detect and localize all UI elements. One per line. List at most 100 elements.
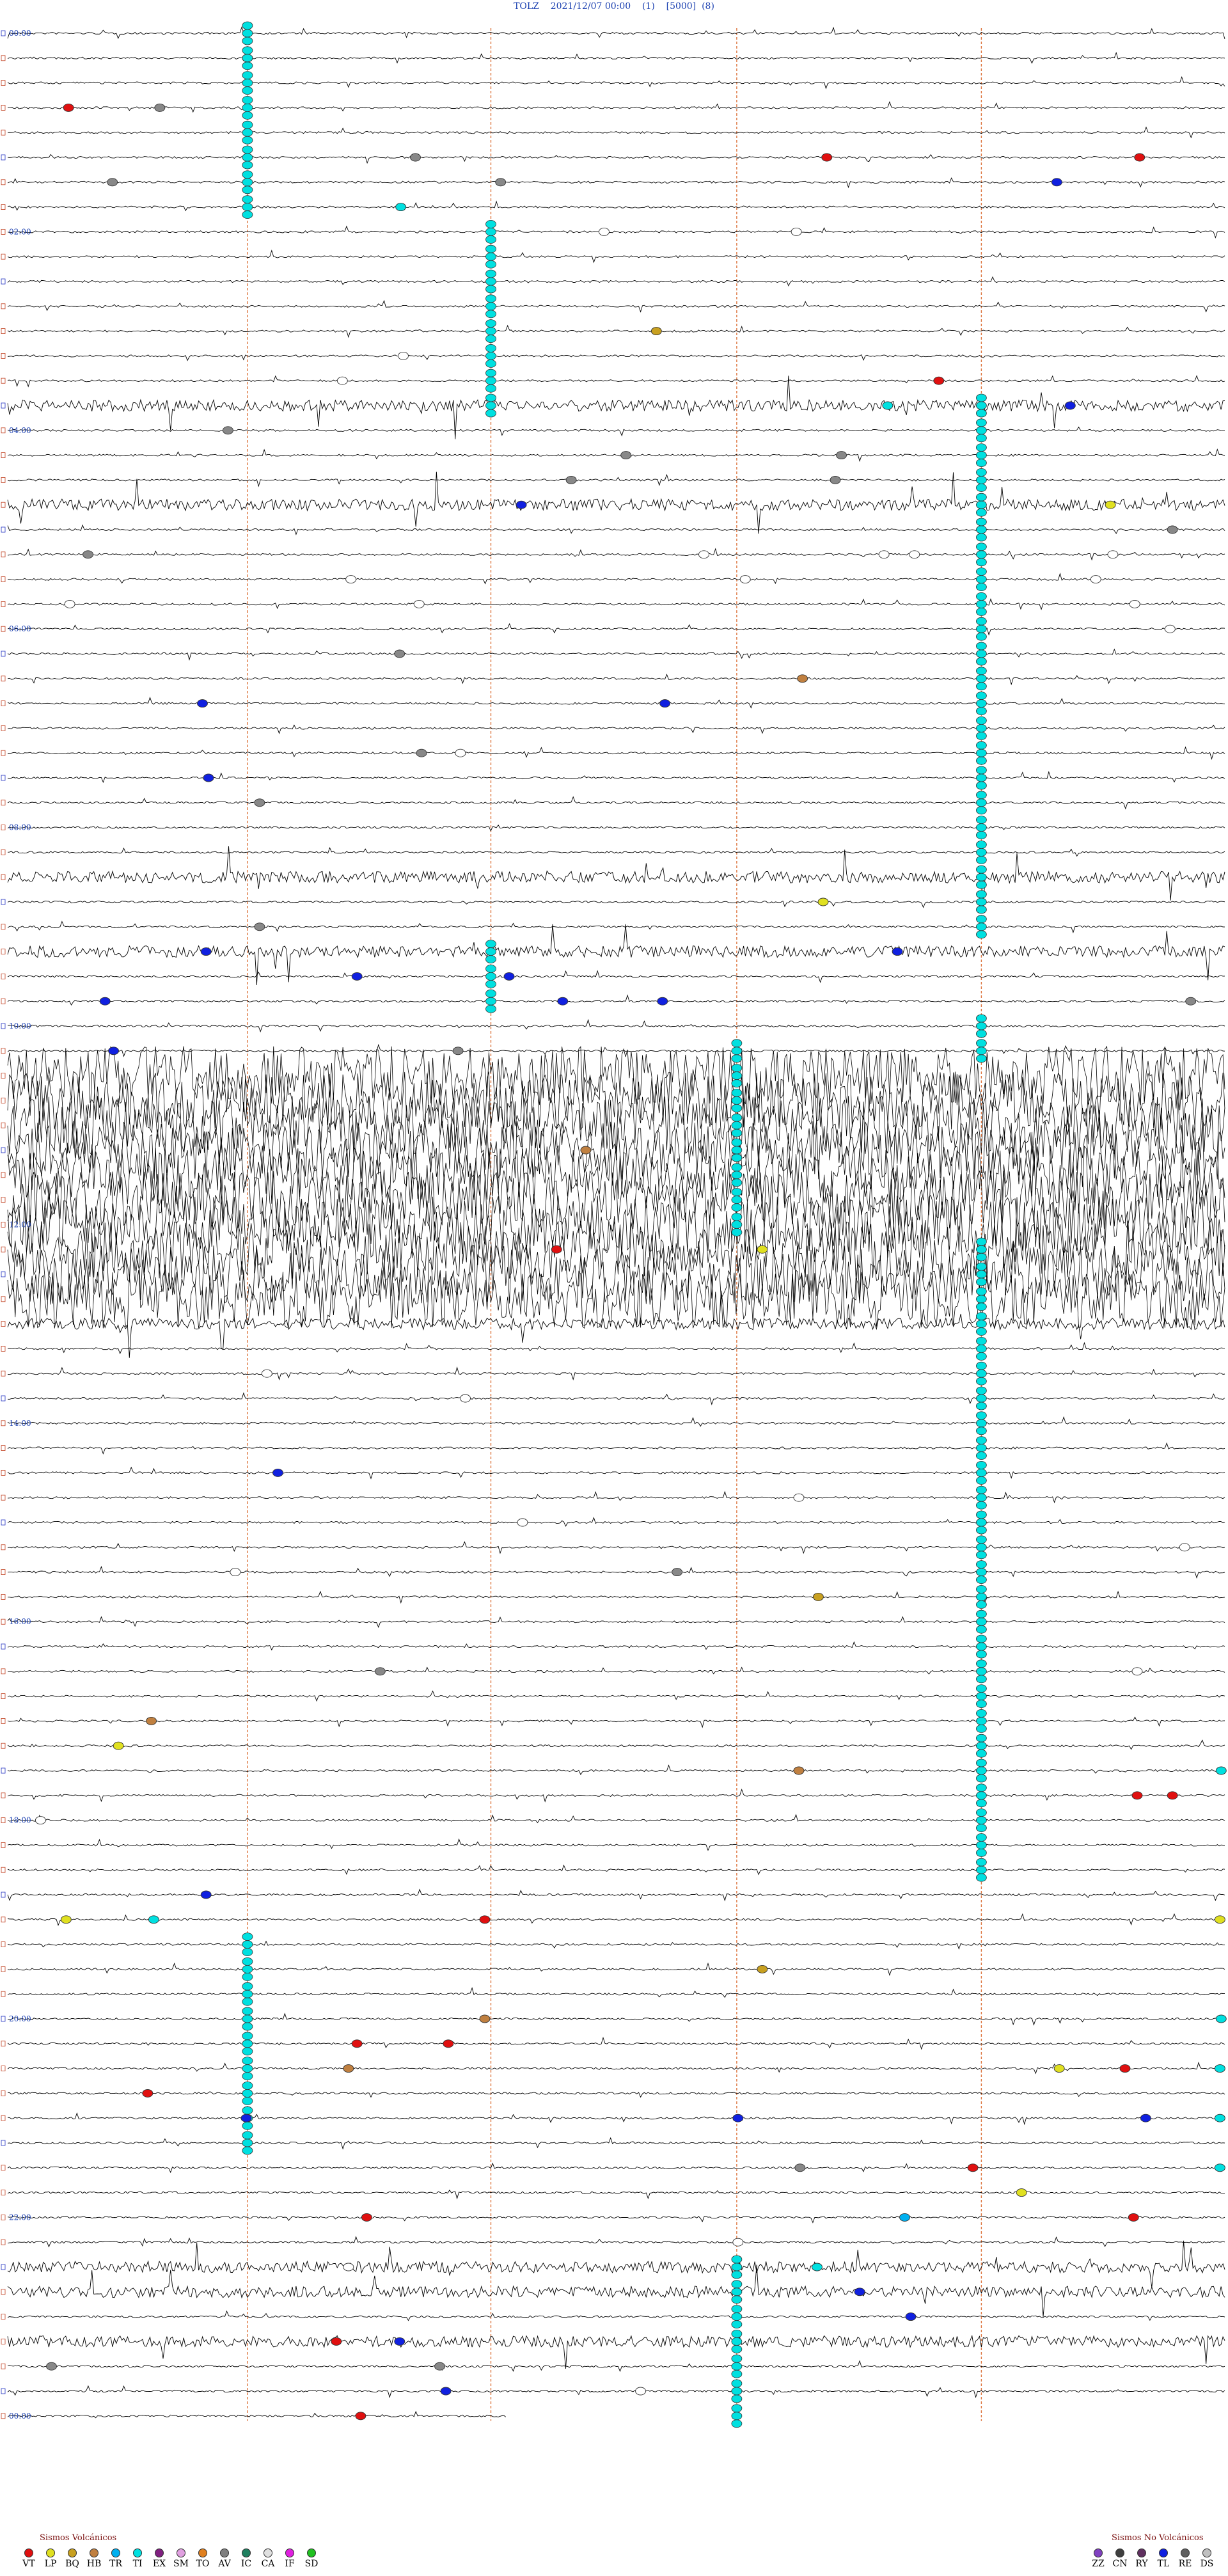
event-marker-ti (242, 29, 253, 38)
row-tick-marker (1, 2066, 6, 2072)
event-marker-ti (731, 1128, 743, 1137)
event-marker-ti (242, 2022, 253, 2031)
seismogram-trace (7, 1366, 1225, 1380)
row-tick-marker (1, 1023, 6, 1029)
event-marker-ti (731, 2280, 743, 2289)
event-marker-ti (242, 153, 253, 162)
time-label: 12:00 (9, 1220, 31, 1229)
event-marker-ti (731, 2387, 743, 2396)
row-tick-marker (1, 1147, 6, 1153)
event-marker-ti (731, 1071, 743, 1080)
event-marker (1164, 624, 1176, 633)
row-tick-marker (1, 1469, 6, 1476)
event-marker-ti (731, 1047, 743, 1055)
event-marker-ti (976, 1047, 987, 1055)
event-marker-ti (976, 608, 987, 616)
seismogram-trace (8, 1590, 1225, 1604)
event-marker-ti (976, 1436, 987, 1445)
row-tick-marker (1, 651, 6, 657)
event-marker-ti (976, 1386, 987, 1395)
event-marker-ti (485, 327, 496, 335)
row-tick-marker (1, 278, 6, 285)
event-marker-ti (731, 1039, 743, 1048)
event-marker (479, 1915, 491, 1924)
legend-volcanic-ex: EX (148, 2548, 170, 2569)
event-marker (1064, 401, 1076, 410)
event-marker-ti (976, 1692, 987, 1701)
event-marker-ti (976, 1840, 987, 1849)
event-marker-ti (485, 997, 496, 1006)
seismogram-trace (7, 1565, 1225, 1579)
event-marker-ti (976, 1858, 987, 1867)
event-marker-ti (731, 1188, 743, 1196)
event-marker (361, 2213, 372, 2222)
event-marker (817, 897, 829, 906)
event-marker-ti (731, 2354, 743, 2363)
event-marker-ti (242, 2131, 253, 2140)
event-marker (46, 2362, 57, 2371)
seismogram-trace (7, 2091, 1225, 2098)
event-marker-ti (485, 393, 496, 402)
row-tick-marker (1, 676, 6, 682)
seismogram-trace (7, 1789, 1225, 1803)
event-marker-ti (976, 632, 987, 641)
event-marker-ti (242, 2081, 253, 2090)
event-marker-ti (242, 2072, 253, 2081)
event-marker (261, 1369, 272, 1378)
legend-volcanic-av: AV (214, 2548, 235, 2569)
event-marker-ti (731, 1064, 743, 1072)
row-tick-marker (1, 2314, 6, 2320)
event-marker (64, 599, 75, 608)
event-marker (791, 227, 802, 236)
event-marker (495, 178, 507, 187)
seismogram-trace (7, 2162, 1225, 2174)
seismogram-trace (7, 2310, 1225, 2321)
ic-swatch-icon (242, 2548, 251, 2557)
event-marker-ti (976, 816, 987, 824)
row-tick-marker (1, 1693, 6, 1700)
event-marker-ti (976, 699, 987, 707)
event-marker (557, 997, 569, 1006)
event-marker-ti (976, 459, 987, 467)
event-marker-ti (242, 2064, 253, 2073)
event-marker-ti (976, 741, 987, 750)
event-marker-ti (242, 2032, 253, 2041)
event-marker-ti (485, 352, 496, 360)
event-marker-ti (485, 344, 496, 352)
legend-volcanic: Sismos Volcánicos VT LP BQ HB TR TI EX SM TO AV IC… (18, 2533, 325, 2572)
event-marker-ti (976, 1535, 987, 1544)
event-marker-ti (976, 649, 987, 658)
event-marker (343, 2263, 354, 2272)
event-marker-ti (976, 493, 987, 502)
event-marker-ti (976, 1302, 987, 1311)
zz-swatch-icon (1094, 2548, 1103, 2557)
event-marker-ti (731, 2369, 743, 2378)
legend-volcanic-ic: IC (235, 2548, 257, 2569)
event-marker-ti (976, 1667, 987, 1676)
seismogram-trace (7, 846, 1225, 910)
event-marker-ti (976, 642, 987, 651)
event-marker-ti (976, 1245, 987, 1254)
seismogram-trace (7, 2216, 1225, 2224)
event-marker-ti (976, 1510, 987, 1519)
time-label: 00:00 (9, 29, 31, 38)
row-tick-marker (1, 80, 6, 86)
event-marker-ti (731, 2419, 743, 2428)
event-marker-ti (731, 2404, 743, 2413)
seismogram-trace (7, 354, 1225, 361)
event-marker-ti (976, 1460, 987, 1469)
seismogram-trace (7, 154, 1225, 164)
event-marker (1128, 2213, 1139, 2222)
row-tick-marker (1, 2388, 6, 2394)
row-tick-marker (1, 1544, 6, 1551)
av-swatch-icon (220, 2548, 229, 2557)
row-tick-marker (1, 1916, 6, 1923)
event-marker-ti (242, 2096, 253, 2105)
event-marker-ti (976, 575, 987, 583)
seismogram-trace (7, 126, 1225, 139)
legend-volcanic-lp: LP (40, 2548, 61, 2569)
event-marker-ti (731, 1213, 743, 1221)
event-marker (1167, 1791, 1178, 1800)
seismogram-trace (7, 1739, 1225, 1750)
event-marker-ti (485, 310, 496, 319)
